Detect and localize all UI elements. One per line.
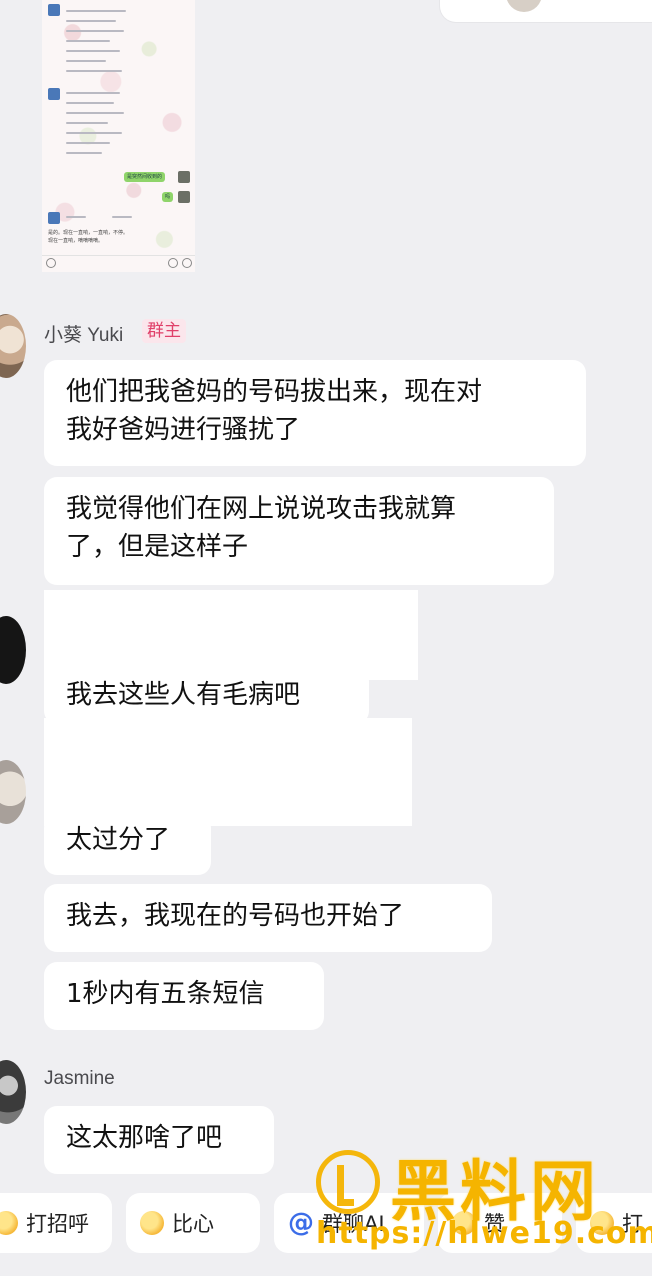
text-line xyxy=(66,142,110,144)
footer-text: 是的。现在一直响，一直响，不停。 xyxy=(48,230,129,236)
sender-name: Jasmine xyxy=(44,1068,115,1089)
watermark-url: https://hlwe19.com xyxy=(316,1216,652,1251)
text-line xyxy=(66,122,108,124)
avatar-yuki[interactable] xyxy=(0,314,26,378)
message-bubble[interactable]: 太过分了 xyxy=(44,815,211,875)
top-card-partial xyxy=(440,0,652,22)
sender-name: 小葵 Yuki xyxy=(44,325,124,346)
voice-icon xyxy=(46,258,56,268)
message-bubble[interactable]: 这太那啥了吧 xyxy=(44,1106,274,1174)
text-line xyxy=(66,112,124,114)
avatar-icon xyxy=(48,212,60,224)
text-line xyxy=(66,102,114,104)
text-line xyxy=(66,70,122,72)
text-line xyxy=(66,30,124,32)
quick-action-label: 比心 xyxy=(172,1212,214,1236)
text-line xyxy=(112,216,132,218)
wave-emoji-icon xyxy=(0,1211,18,1235)
green-bubble: 是突然间收到的 xyxy=(124,172,166,182)
avatar xyxy=(506,0,542,12)
quick-action-label: 打招呼 xyxy=(26,1212,89,1236)
at-icon: @ xyxy=(288,1208,314,1238)
avatar[interactable] xyxy=(0,760,26,824)
text-line xyxy=(66,40,110,42)
redacted-area xyxy=(44,718,412,826)
quick-action-greet[interactable]: 打招呼 xyxy=(0,1193,112,1253)
redacted-area xyxy=(44,590,418,680)
emoji-icon xyxy=(168,258,178,268)
text-line xyxy=(66,92,120,94)
owner-badge: 群主 xyxy=(142,319,186,343)
text-line xyxy=(66,20,116,22)
embedded-chat-screenshot[interactable]: 是突然间收到的 吗 是的。现在一直响，一直响，不停。 现在一直响，嘀嘀嘀嘀。 xyxy=(42,0,195,272)
plus-icon xyxy=(182,258,192,268)
avatar-icon xyxy=(48,88,60,100)
avatar-jasmine[interactable] xyxy=(0,1060,26,1124)
text-line xyxy=(66,10,126,12)
text-line xyxy=(66,152,102,154)
footer-text: 现在一直响，嘀嘀嘀嘀。 xyxy=(48,238,104,244)
text-line xyxy=(66,216,86,218)
heart-hands-emoji-icon xyxy=(140,1211,164,1235)
avatar-icon xyxy=(48,4,60,16)
input-bar xyxy=(42,255,195,268)
avatar[interactable] xyxy=(0,616,26,684)
message-bubble[interactable]: 我去这些人有毛病吧 xyxy=(44,668,369,724)
text-line xyxy=(66,50,120,52)
green-bubble: 吗 xyxy=(162,192,174,202)
watermark-logo-icon xyxy=(316,1150,380,1214)
text-line xyxy=(66,60,106,62)
message-bubble[interactable]: 1秒内有五条短信 xyxy=(44,962,324,1030)
avatar xyxy=(178,191,190,203)
quick-action-heart[interactable]: 比心 xyxy=(126,1193,260,1253)
message-bubble[interactable]: 我去，我现在的号码也开始了 xyxy=(44,884,492,952)
avatar xyxy=(178,171,190,183)
message-bubble[interactable]: 我觉得他们在网上说说攻击我就算 了，但是这样子 xyxy=(44,477,554,585)
text-line xyxy=(66,132,122,134)
message-bubble[interactable]: 他们把我爸妈的号码拔出来，现在对 我好爸妈进行骚扰了 xyxy=(44,360,586,466)
